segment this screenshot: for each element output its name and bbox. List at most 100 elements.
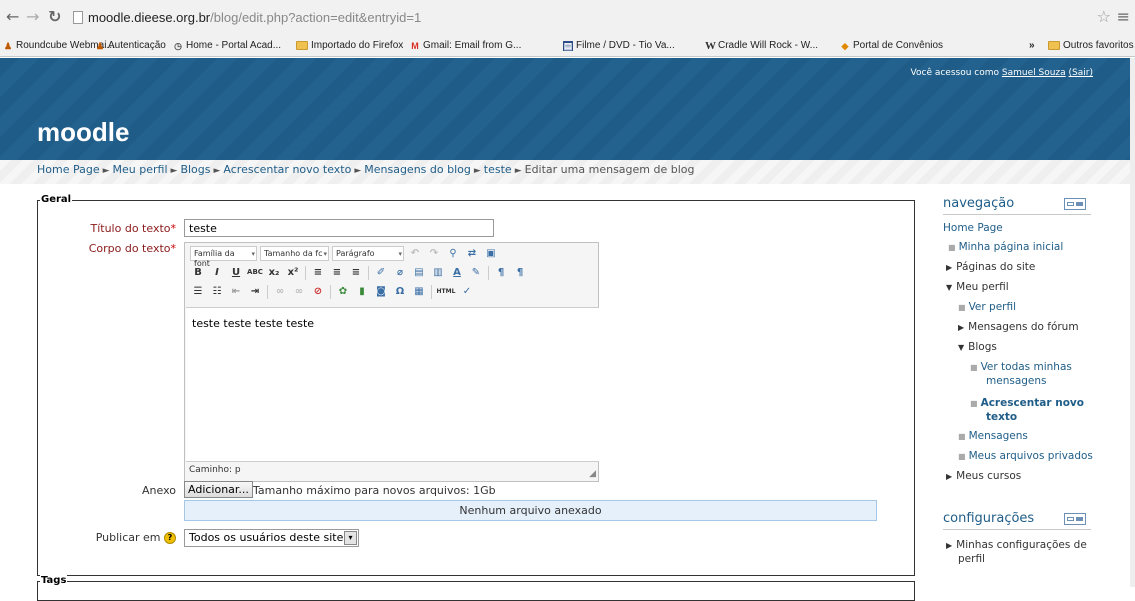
dock-block-icon[interactable]: [1064, 513, 1086, 525]
bookmark-item[interactable]: ◆ Portal de Convênios: [840, 40, 944, 51]
subscript-icon[interactable]: x₂: [266, 265, 282, 280]
resize-grip-icon[interactable]: ◢: [589, 469, 596, 479]
bookmark-item[interactable]: M Gmail: Email from G...: [410, 40, 521, 51]
special-char-icon[interactable]: Ω: [392, 284, 408, 299]
nav-add-new-entry-line2[interactable]: texto: [986, 411, 1017, 424]
image-icon[interactable]: ✿: [335, 284, 351, 299]
bookmark-item[interactable]: ◷ Home - Portal Acad...: [173, 40, 281, 51]
nav-forum-posts[interactable]: ▶ Mensagens do fórum: [958, 321, 1079, 334]
nav-private-files[interactable]: ■ Meus arquivos privados: [958, 450, 1093, 463]
wikipedia-icon: W: [705, 39, 716, 52]
breadcrumb-blog-entries[interactable]: Mensagens do blog: [364, 163, 471, 176]
nav-home[interactable]: Home Page: [943, 222, 1003, 235]
nav-blogs[interactable]: ▼ Blogs: [958, 341, 997, 354]
body-label: Corpo do texto*: [36, 242, 176, 255]
align-left-icon[interactable]: ≡: [310, 265, 326, 280]
link-icon[interactable]: ∞: [272, 284, 288, 299]
bookmark-item[interactable]: Importado do Firefox: [296, 40, 403, 51]
cleanup-icon[interactable]: ✐: [373, 265, 389, 280]
nav-messages[interactable]: ■ Mensagens: [958, 430, 1028, 443]
nav-my-settings[interactable]: ▶ Minhas configurações de: [946, 539, 1087, 552]
user-link[interactable]: Samuel Souza: [1002, 68, 1066, 78]
nav-view-all-entries-line2[interactable]: mensagens: [986, 375, 1047, 388]
dock-block-icon[interactable]: [1064, 198, 1086, 210]
align-center-icon[interactable]: ≡: [329, 265, 345, 280]
spellcheck-icon[interactable]: ✓: [459, 284, 475, 299]
browser-menu-icon[interactable]: ≡: [1117, 7, 1130, 26]
paragraph-select[interactable]: Parágrafo ▾: [332, 246, 404, 261]
body-label-text: Corpo do texto: [88, 242, 171, 255]
italic-icon[interactable]: I: [209, 265, 225, 280]
paste-word-icon[interactable]: ▥: [430, 265, 446, 280]
bookmarks-overflow[interactable]: »: [1029, 40, 1035, 51]
bookmark-item[interactable]: ♟ Autenticação: [95, 40, 166, 51]
breadcrumb-add-entry[interactable]: Acrescentar novo texto: [223, 163, 351, 176]
ltr-icon[interactable]: ¶: [493, 265, 509, 280]
help-icon[interactable]: ?: [164, 532, 176, 544]
bookmark-star-icon[interactable]: ☆: [1097, 7, 1111, 26]
breadcrumb-separator-icon: ►: [102, 166, 110, 176]
breadcrumb-home[interactable]: Home Page: [37, 163, 100, 176]
nav-label: Meus arquivos privados: [968, 450, 1093, 462]
find-icon[interactable]: ⚲: [445, 246, 461, 261]
paste-text-icon[interactable]: ▤: [411, 265, 427, 280]
redo-icon[interactable]: ↷: [426, 246, 442, 261]
nolink-icon[interactable]: ⊘: [310, 284, 326, 299]
nav-label: Mensagens: [968, 430, 1028, 442]
bookmark-item[interactable]: W Cradle Will Rock - W...: [705, 40, 818, 51]
superscript-icon[interactable]: x²: [285, 265, 301, 280]
nav-add-new-entry[interactable]: ■ Acrescentar novo: [970, 397, 1084, 410]
breadcrumb-blogs[interactable]: Blogs: [180, 163, 210, 176]
site-logo[interactable]: moodle: [37, 117, 129, 148]
forward-arrow-icon[interactable]: →: [26, 9, 39, 25]
bullet-list-icon[interactable]: ☰: [190, 284, 206, 299]
bold-icon[interactable]: B: [190, 265, 206, 280]
table-icon[interactable]: ▦: [411, 284, 427, 299]
bullet-icon: ■: [958, 432, 966, 441]
nav-my-courses[interactable]: ▶ Meus cursos: [946, 470, 1021, 483]
reload-icon[interactable]: ↻: [48, 9, 61, 25]
outdent-icon[interactable]: ⇤: [228, 284, 244, 299]
remove-format-icon[interactable]: ⌀: [392, 265, 408, 280]
strikethrough-icon[interactable]: ABC: [247, 265, 263, 280]
nav-view-all-entries[interactable]: ■ Ver todas minhas: [970, 361, 1072, 374]
nav-label: Meus cursos: [956, 470, 1022, 482]
rtl-icon[interactable]: ¶: [512, 265, 528, 280]
title-input[interactable]: teste: [184, 219, 494, 237]
replace-icon[interactable]: ⇄: [464, 246, 480, 261]
font-size-select[interactable]: Tamanho da fc ▾: [260, 246, 329, 261]
other-bookmarks[interactable]: Outros favoritos: [1048, 40, 1134, 51]
breadcrumb-entry[interactable]: teste: [484, 163, 512, 176]
breadcrumb-profile[interactable]: Meu perfil: [113, 163, 168, 176]
background-color-icon[interactable]: ✎: [468, 265, 484, 280]
nav-site-pages[interactable]: ▶ Páginas do site: [946, 261, 1035, 274]
nav-my-home[interactable]: ■ Minha página inicial: [948, 241, 1063, 254]
address-bar[interactable]: moodle.dieese.org.br/blog/edit.php?actio…: [88, 10, 421, 25]
indent-icon[interactable]: ⇥: [247, 284, 263, 299]
underline-icon[interactable]: U: [228, 265, 244, 280]
nav-my-profile[interactable]: ▼ Meu perfil: [946, 281, 1009, 294]
nav-view-profile[interactable]: ■ Ver perfil: [958, 301, 1016, 314]
logout-link[interactable]: (Sair): [1069, 68, 1093, 78]
unlink-icon[interactable]: ∞: [291, 284, 307, 299]
fullscreen-icon[interactable]: ▣: [483, 246, 499, 261]
nav-label: Acrescentar novo: [980, 397, 1084, 409]
add-file-button[interactable]: Adicionar...: [184, 481, 253, 498]
html-source-icon[interactable]: HTML: [436, 284, 456, 299]
nav-my-settings-line2[interactable]: perfil: [958, 553, 985, 566]
align-right-icon[interactable]: ≡: [348, 265, 364, 280]
back-arrow-icon[interactable]: ←: [6, 9, 19, 25]
undo-icon[interactable]: ↶: [407, 246, 423, 261]
numbered-list-icon[interactable]: ☷: [209, 284, 225, 299]
text-color-icon[interactable]: A: [449, 265, 465, 280]
bookmark-label: Cradle Will Rock - W...: [718, 40, 819, 51]
moodle-media-icon[interactable]: ◙: [373, 284, 389, 299]
title-label-text: Título do texto: [90, 222, 171, 235]
publish-select[interactable]: Todos os usuários deste site ▾: [184, 529, 359, 547]
toolbar-divider: [305, 265, 306, 280]
bookmark-item[interactable]: ▤ Filme / DVD - Tio Va...: [563, 40, 675, 51]
page-scrollbar[interactable]: [1130, 58, 1135, 587]
font-family-select[interactable]: Família da font ▾: [190, 246, 257, 268]
editor-content[interactable]: teste teste teste teste: [186, 307, 599, 462]
media-icon[interactable]: ▮: [354, 284, 370, 299]
